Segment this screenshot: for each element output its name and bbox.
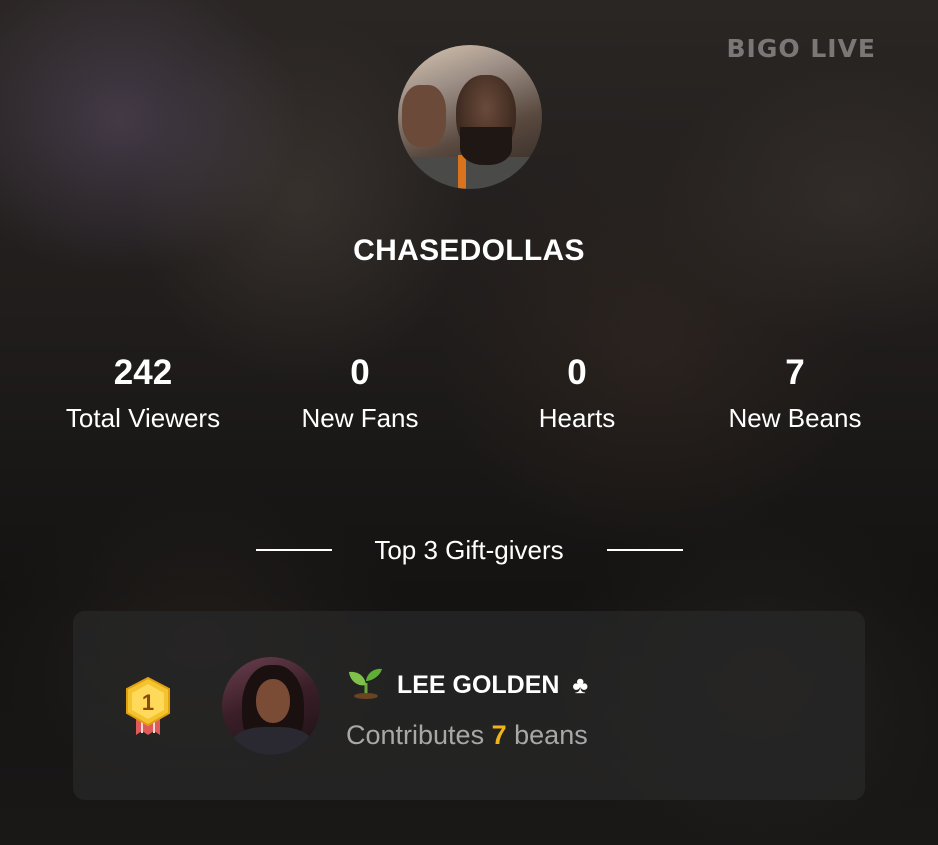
stat-value: 0 [567, 353, 587, 392]
stat-value: 242 [113, 353, 173, 392]
giver-avatar[interactable] [222, 657, 320, 755]
avatar-beard [460, 127, 512, 165]
stat-label: Total Viewers [65, 403, 221, 433]
medal-rank-number: 1 [142, 690, 154, 715]
section-title: Top 3 Gift-givers [374, 535, 564, 565]
giver-name-row[interactable]: LEE GOLDEN ♣ [346, 667, 588, 703]
giver-avatar-shoulder [232, 727, 312, 755]
stat-label: New Beans [728, 403, 862, 433]
streamer-username: CHASEDOLLAS [353, 234, 585, 267]
stat-total-viewers: 242 Total Viewers [43, 352, 243, 434]
stat-value: 0 [350, 353, 370, 392]
stat-new-beans: 7 New Beans [695, 352, 895, 434]
divider-right [607, 549, 683, 551]
giver-name: LEE GOLDEN [396, 671, 560, 699]
medal-svg: 1 [126, 676, 170, 735]
giver-contribution: Contributes 7 beans [346, 717, 588, 753]
stat-new-fans: 0 New Fans [260, 352, 460, 434]
brand-logo: BIGO LIVE [726, 34, 876, 63]
stat-value: 7 [785, 353, 805, 392]
stat-label: Hearts [538, 403, 616, 433]
avatar-stripe [458, 155, 466, 189]
stat-hearts: 0 Hearts [477, 352, 677, 434]
contrib-amount: 7 [491, 720, 507, 750]
contrib-prefix: Contributes [346, 720, 485, 750]
stat-label: New Fans [301, 403, 419, 433]
stats-row: 242 Total Viewers 0 New Fans 0 Hearts 7 … [0, 352, 938, 452]
rank-medal-icon: 1 [121, 675, 175, 739]
gift-section-header: Top 3 Gift-givers [0, 532, 938, 568]
divider-left [256, 549, 332, 551]
clubs-icon: ♣ [572, 672, 589, 699]
contrib-suffix: beans [514, 720, 588, 750]
avatar-hand [402, 85, 446, 147]
gift-giver-card[interactable]: 1 LEE GOLDEN ♣ Contributes 7 beans [73, 611, 865, 800]
sprout-icon [349, 668, 382, 699]
streamer-avatar[interactable] [398, 45, 542, 189]
giver-avatar-face [256, 679, 290, 723]
